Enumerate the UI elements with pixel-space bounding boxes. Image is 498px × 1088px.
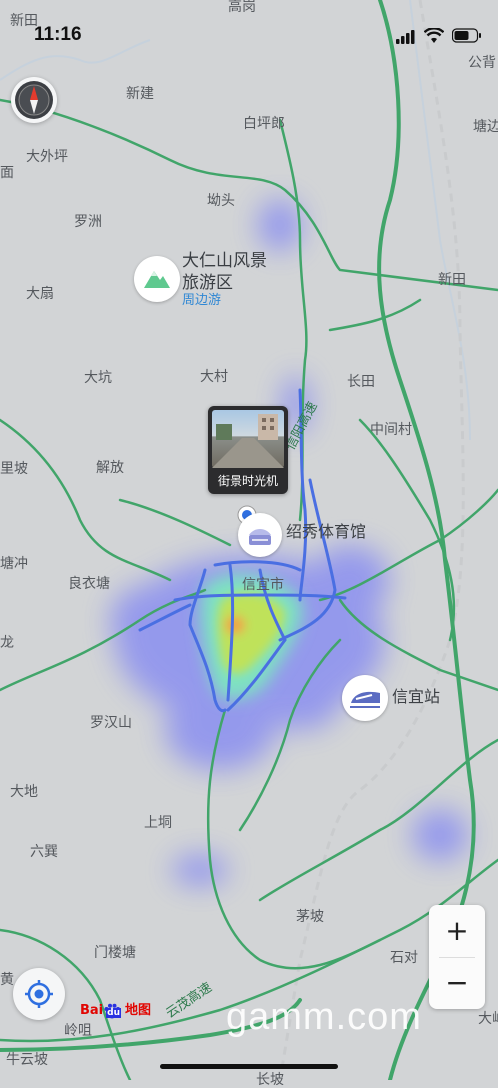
place-label: 新建 <box>126 86 154 102</box>
place-label: 大村 <box>200 369 228 385</box>
place-label: 解放 <box>96 460 124 476</box>
place-label: 罗汉山 <box>90 715 132 731</box>
place-label: 长田 <box>347 374 375 390</box>
home-indicator[interactable] <box>160 1064 338 1069</box>
poi-station-label: 信宜站 <box>392 687 441 706</box>
zoom-controls: + − <box>429 905 485 1009</box>
street-view-card[interactable]: 街景时光机 <box>208 406 288 494</box>
poi-scenic-tag: 周边游 <box>182 293 222 308</box>
signal-icon <box>396 30 415 44</box>
place-label: 龙 <box>0 635 14 651</box>
street-view-label: 街景时光机 <box>217 474 278 488</box>
place-label: 牛云坡 <box>6 1052 48 1068</box>
place-label: 大地 <box>10 784 38 800</box>
compass-icon <box>15 81 53 119</box>
baidu-map-logo: Bai du 地图 <box>80 999 151 1019</box>
stadium-icon <box>238 513 282 557</box>
mountain-icon <box>134 256 180 302</box>
watermark: gamm.com <box>226 996 422 1038</box>
place-label: 良衣塘 <box>68 576 110 592</box>
place-label: 大外坪 <box>26 149 68 165</box>
poi-scenic-line2: 旅游区 <box>182 273 233 293</box>
place-label: 里坡 <box>0 461 28 477</box>
logo-du: du <box>106 1008 121 1018</box>
locate-button[interactable] <box>13 968 65 1020</box>
place-label: 信宜市 <box>242 577 284 593</box>
logo-map: 地图 <box>125 1003 152 1018</box>
poi-scenic-line1: 大仁山风景 <box>182 251 267 271</box>
logo-bai: Bai <box>80 1003 104 1018</box>
place-label: 大屿 <box>478 1011 498 1027</box>
place-label: 白坪郎 <box>243 116 285 132</box>
poi-gym-label: 绍秀体育馆 <box>286 522 367 541</box>
place-label: 塘冲 <box>0 556 28 572</box>
place-label: 六巽 <box>30 844 58 860</box>
place-label: 门楼塘 <box>94 945 136 961</box>
status-time: 11:16 <box>34 24 82 45</box>
place-label: 中间村 <box>370 422 412 438</box>
place-label: 塘边 <box>473 119 498 135</box>
place-label: 石对 <box>390 950 418 966</box>
compass-button[interactable] <box>11 77 57 123</box>
place-label: 岭咀 <box>64 1023 92 1039</box>
battery-icon <box>452 28 481 43</box>
street-view-thumbnail <box>212 410 284 468</box>
place-label: 黄 <box>0 972 14 988</box>
status-bar: 11:16 <box>0 0 498 60</box>
place-label: 大坑 <box>84 370 112 386</box>
heatmap-layer <box>110 199 468 886</box>
place-label: 茅坡 <box>296 909 324 925</box>
place-label: 新田 <box>438 272 466 288</box>
place-label: 长坡 <box>256 1072 284 1088</box>
locate-icon <box>25 980 53 1008</box>
train-icon <box>342 675 388 721</box>
place-label: 大扇 <box>26 286 54 302</box>
zoom-out-button[interactable]: − <box>429 957 485 1009</box>
zoom-in-button[interactable]: + <box>429 905 485 957</box>
wifi-icon <box>424 28 444 43</box>
place-label: 上垌 <box>144 815 172 831</box>
place-label: 坳头 <box>207 193 235 209</box>
place-label: 面 <box>0 165 14 181</box>
place-label: 罗洲 <box>74 214 102 230</box>
